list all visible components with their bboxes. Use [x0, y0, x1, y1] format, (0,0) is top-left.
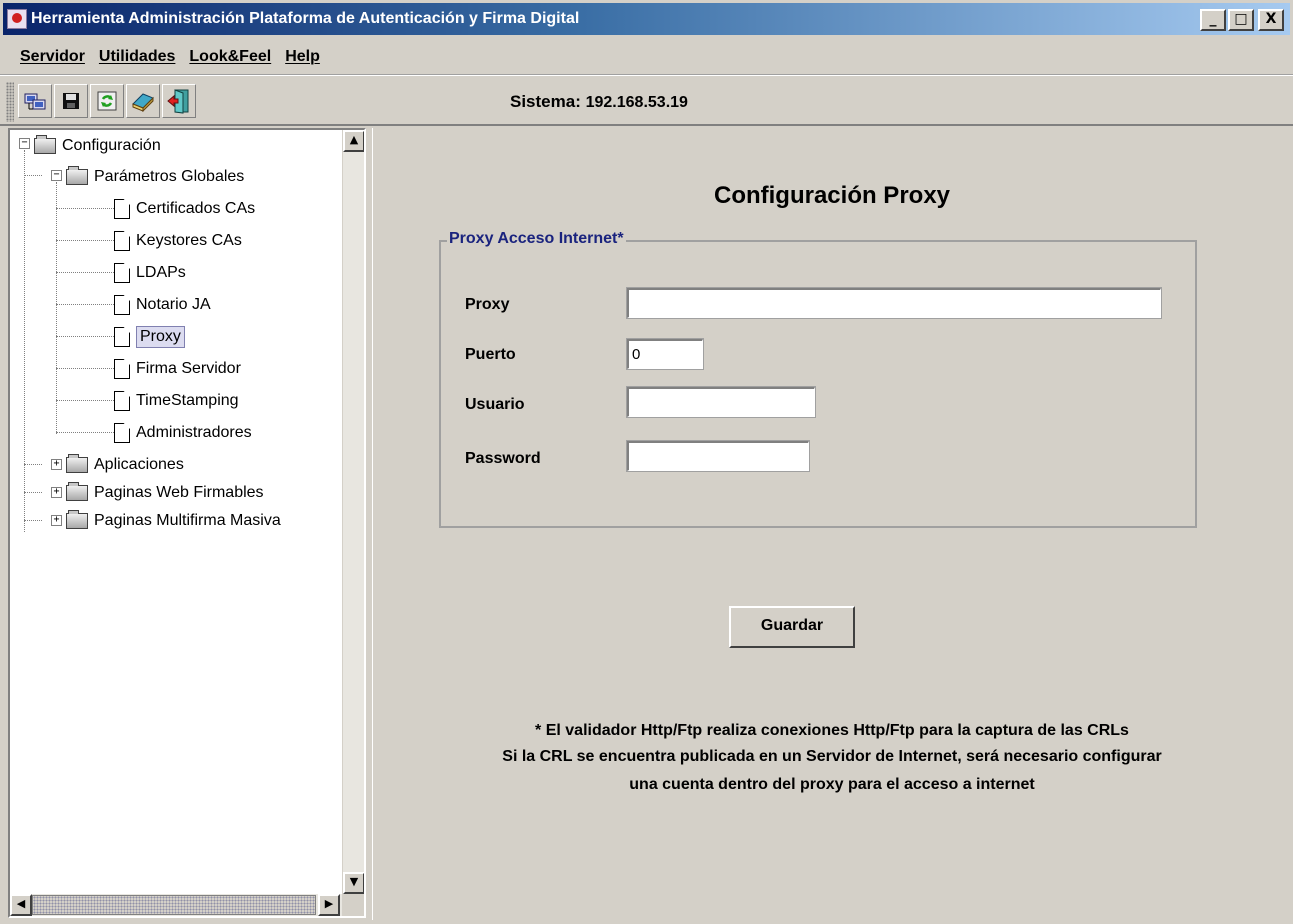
tree-node-label: TimeStamping [136, 392, 239, 409]
menu-utilidades[interactable]: Utilidades [99, 48, 175, 66]
maximize-button[interactable]: □ [1228, 9, 1254, 31]
window-title-bar[interactable]: Herramienta Administración Plataforma de… [0, 0, 1293, 39]
proxy-config-panel: Configuración Proxy Proxy Acceso Interne… [372, 128, 1290, 920]
tree-node-administradores[interactable]: Administradores [114, 420, 252, 446]
tree-node-label: Paginas Web Firmables [94, 484, 264, 501]
user-input[interactable] [626, 386, 816, 418]
tree-vertical-scrollbar[interactable]: ▲ ▼ [342, 130, 364, 894]
menu-help[interactable]: Help [285, 48, 320, 66]
tree-toggle-parametros[interactable]: − [51, 170, 62, 181]
port-label: Puerto [465, 346, 516, 363]
toolbar: Sistema: 192.168.53.19 [0, 75, 1293, 126]
tree-node-label: Keystores CAs [136, 232, 242, 249]
app-icon [7, 9, 27, 29]
user-label: Usuario [465, 396, 525, 413]
document-icon [114, 263, 130, 283]
scroll-right-button[interactable]: ▶ [318, 894, 340, 916]
tree-node-label: Administradores [136, 424, 252, 441]
network-button[interactable] [18, 84, 52, 118]
toolbar-grip[interactable] [6, 82, 14, 122]
tree-node-label-selected: Proxy [136, 326, 185, 348]
document-icon [114, 231, 130, 251]
save-button-toolbar[interactable] [54, 84, 88, 118]
scroll-down-button[interactable]: ▼ [343, 872, 364, 894]
tree-node-timestamping[interactable]: TimeStamping [114, 388, 239, 414]
tree-node-proxy[interactable]: Proxy [114, 324, 185, 350]
exit-button[interactable] [162, 84, 196, 118]
config-tree-panel: − Configuración − Parámetros Globales Ce… [8, 128, 366, 918]
refresh-icon [97, 91, 117, 111]
tree-node-configuracion[interactable]: Configuración [34, 133, 161, 159]
window-controls: _ □ X [1200, 9, 1284, 31]
tree-node-label: Aplicaciones [94, 456, 184, 473]
book-icon [132, 93, 154, 112]
network-icon [24, 93, 46, 110]
folder-icon [66, 482, 88, 501]
note-line-3: una cuenta dentro del proxy para el acce… [629, 776, 1035, 793]
tree-node-label: Certificados CAs [136, 200, 256, 217]
scroll-left-button[interactable]: ◀ [10, 894, 32, 916]
proxy-group-box: Proxy Acceso Internet* Proxy Puerto Usua… [439, 230, 1197, 528]
tree-node-label: Firma Servidor [136, 360, 241, 377]
page-title: Configuración Proxy [713, 182, 951, 209]
tree-toggle-aplicaciones[interactable]: + [51, 459, 62, 470]
tree-node-firma-servidor[interactable]: Firma Servidor [114, 356, 241, 382]
group-title: Proxy Acceso Internet* [447, 230, 626, 248]
tree-toggle-paginas-multifirma[interactable]: + [51, 515, 62, 526]
system-indicator: Sistema: 192.168.53.19 [510, 92, 688, 112]
system-ip: 192.168.53.19 [585, 94, 688, 111]
password-input[interactable] [626, 440, 810, 472]
tree-node-certificados-cas[interactable]: Certificados CAs [114, 196, 255, 222]
folder-icon [66, 166, 88, 185]
save-icon [63, 93, 79, 109]
menu-bar: Servidor Utilidades Look&Feel Help [0, 39, 1293, 75]
scroll-corner [342, 894, 364, 916]
tree-node-paginas-multifirma-masiva[interactable]: Paginas Multifirma Masiva [66, 508, 281, 534]
minimize-button[interactable]: _ [1200, 9, 1226, 31]
save-button[interactable]: Guardar [729, 606, 855, 648]
tree-node-label: Configuración [62, 137, 161, 154]
proxy-label: Proxy [465, 296, 510, 313]
window-title: Herramienta Administración Plataforma de… [31, 10, 580, 27]
system-label: Sistema: [510, 92, 581, 111]
tree-node-keystores-cas[interactable]: Keystores CAs [114, 228, 242, 254]
refresh-button[interactable] [90, 84, 124, 118]
document-icon [114, 327, 130, 347]
tree-node-label: LDAPs [136, 264, 186, 281]
tree-horizontal-scrollbar[interactable]: ◀ ▶ [10, 894, 344, 916]
exit-door-icon [167, 89, 189, 114]
close-button[interactable]: X [1258, 9, 1284, 31]
tree-toggle-paginas-web[interactable]: + [51, 487, 62, 498]
port-input[interactable] [626, 338, 704, 370]
tree-node-notario-ja[interactable]: Notario JA [114, 292, 211, 318]
horizontal-scroll-thumb[interactable] [32, 895, 316, 915]
folder-icon [66, 454, 88, 473]
help-book-button[interactable] [126, 84, 160, 118]
tree-node-parametros-globales[interactable]: Parámetros Globales [66, 164, 244, 190]
tree-toggle-root[interactable]: − [19, 138, 30, 149]
document-icon [114, 391, 130, 411]
tree-node-label: Parámetros Globales [94, 168, 245, 185]
tree-node-paginas-web-firmables[interactable]: Paginas Web Firmables [66, 480, 264, 506]
tree-node-label: Notario JA [136, 296, 211, 313]
document-icon [114, 423, 130, 443]
proxy-input[interactable] [626, 287, 1162, 319]
tree-node-ldaps[interactable]: LDAPs [114, 260, 186, 286]
document-icon [114, 359, 130, 379]
note-line-2: Si la CRL se encuentra publicada en un S… [502, 748, 1162, 765]
tree-node-label: Paginas Multifirma Masiva [94, 512, 281, 529]
document-icon [114, 295, 130, 315]
config-tree: − Configuración − Parámetros Globales Ce… [10, 130, 340, 894]
note-line-1: * El validador Http/Ftp realiza conexion… [535, 722, 1129, 739]
tree-node-aplicaciones[interactable]: Aplicaciones [66, 452, 184, 478]
folder-icon [34, 135, 56, 154]
menu-servidor[interactable]: Servidor [20, 48, 85, 66]
menu-look-and-feel[interactable]: Look&Feel [189, 48, 271, 66]
folder-icon [66, 510, 88, 529]
document-icon [114, 199, 130, 219]
password-label: Password [465, 450, 541, 467]
scroll-up-button[interactable]: ▲ [343, 130, 364, 152]
